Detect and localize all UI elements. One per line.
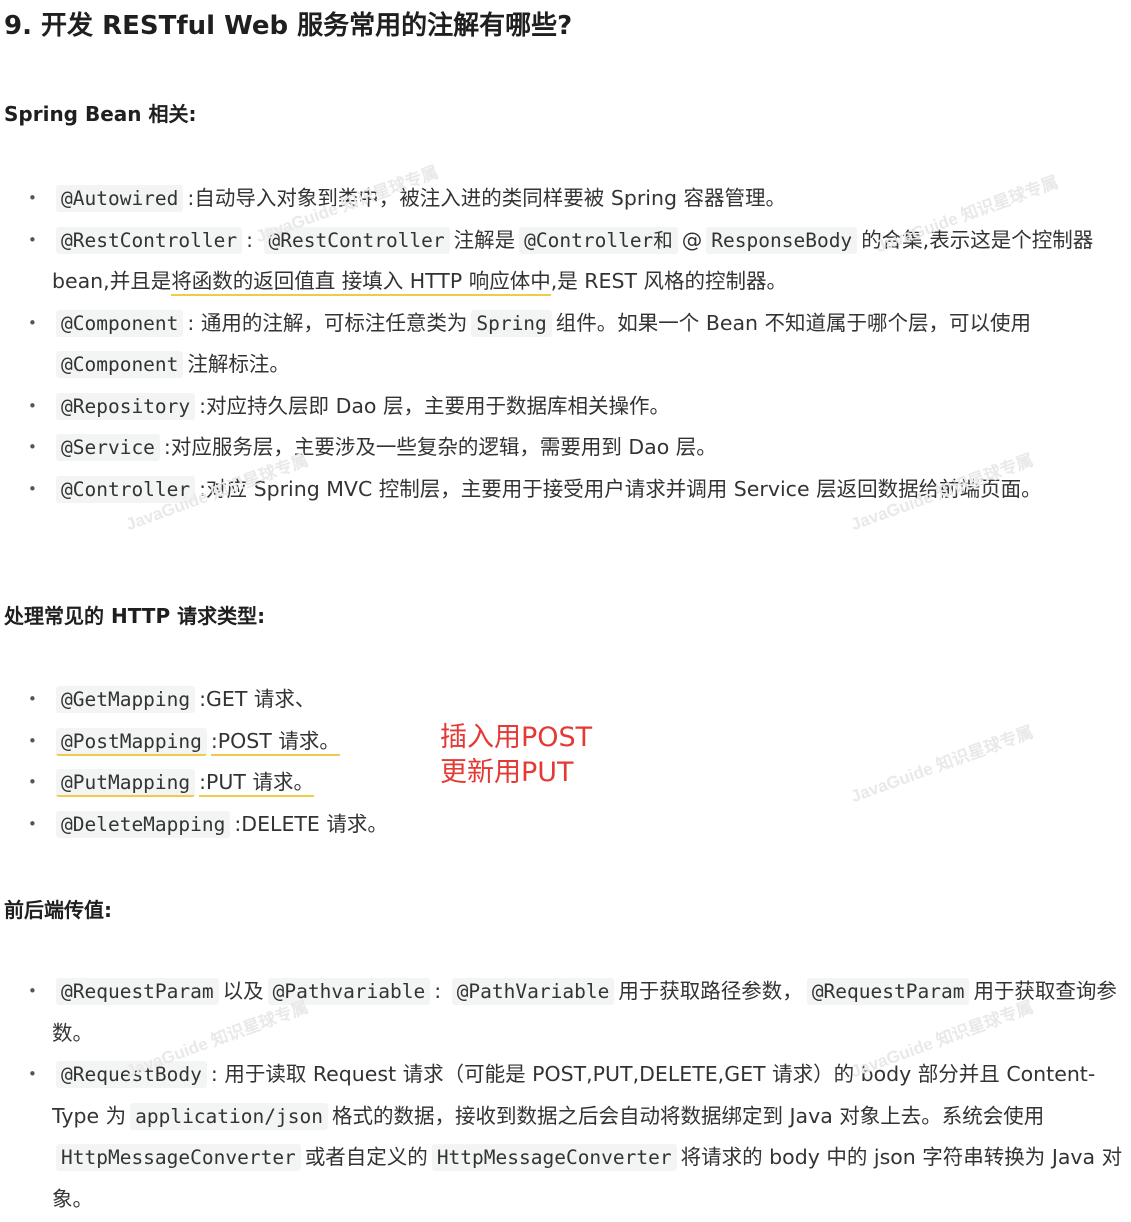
list-item: @DeleteMapping:DELETE 请求。 <box>0 804 1131 846</box>
list-item: @RequestBody: 用于读取 Request 请求（可能是 POST,P… <box>0 1054 1131 1220</box>
list-item: @Controller:对应 Spring MVC 控制层，主要用于接受用户请求… <box>0 469 1131 511</box>
inline-code: @PutMapping <box>56 769 196 797</box>
list-item: @Repository:对应持久层即 Dao 层，主要用于数据库相关操作。 <box>0 386 1131 428</box>
inline-code: @Service <box>56 434 160 461</box>
inline-code: @Controller <box>56 475 196 503</box>
section-heading-bean: Spring Bean 相关: <box>4 102 197 126</box>
list-item: @RequestParam以及@Pathvariable: @PathVaria… <box>0 971 1131 1054</box>
inline-code: @Component <box>56 351 184 378</box>
section-heading-http: 处理常见的 HTTP 请求类型: <box>4 604 266 628</box>
inline-code: HttpMessageConverter <box>56 1144 301 1171</box>
inline-code: @GetMapping <box>56 686 196 713</box>
list-item: @GetMapping:GET 请求、 <box>0 679 1131 721</box>
list-item: @RestController: @RestController注解是@Cont… <box>0 220 1131 303</box>
inline-code: Spring <box>471 309 552 337</box>
highlighted-text: 将函数的返回值直 接填入 HTTP 响应体中 <box>171 269 551 296</box>
inline-code: @Repository <box>56 392 196 420</box>
inline-code: @RequestParam <box>806 978 970 1005</box>
inline-code: HttpMessageConverter <box>431 1144 677 1171</box>
inline-code: @RestController <box>56 226 243 254</box>
inline-code: @RequestParam <box>56 978 219 1005</box>
param-annotation-list: @RequestParam以及@Pathvariable: @PathVaria… <box>0 971 1131 1220</box>
inline-code: @PathVariable <box>451 978 615 1005</box>
inline-code: @Autowired <box>56 185 184 212</box>
inline-code: @RestController <box>263 226 450 254</box>
section-heading-params: 前后端传值: <box>4 898 112 922</box>
inline-code: @RequestBody <box>56 1061 207 1088</box>
inline-code: @PostMapping <box>56 727 207 756</box>
article: 9. 开发 RESTful Web 服务常用的注解有哪些? Spring Bea… <box>0 0 1131 1222</box>
inline-code: ResponseBody <box>706 226 858 254</box>
article-title: 9. 开发 RESTful Web 服务常用的注解有哪些? <box>4 11 573 41</box>
list-item: @Autowired:自动导入对象到类中，被注入进的类同样要被 Spring 容… <box>0 178 1131 220</box>
inline-code: application/json <box>130 1102 328 1130</box>
list-item: @Component: 通用的注解，可标注任意类为Spring组件。如果一个 B… <box>0 303 1131 386</box>
inline-code: @Component <box>56 309 184 337</box>
list-item: @Service:对应服务层，主要涉及一些复杂的逻辑，需要用到 Dao 层。 <box>0 427 1131 469</box>
handwritten-annotation: 插入用POST 更新用PUT <box>440 720 592 790</box>
inline-code: @DeleteMapping <box>56 810 231 838</box>
annotation-line-1: 插入用POST <box>440 722 593 753</box>
annotation-line-2: 更新用PUT <box>440 757 574 788</box>
inline-code: @Pathvariable <box>267 978 431 1005</box>
bean-annotation-list: @Autowired:自动导入对象到类中，被注入进的类同样要被 Spring 容… <box>0 178 1131 510</box>
inline-code: @Controller和 <box>519 226 678 254</box>
